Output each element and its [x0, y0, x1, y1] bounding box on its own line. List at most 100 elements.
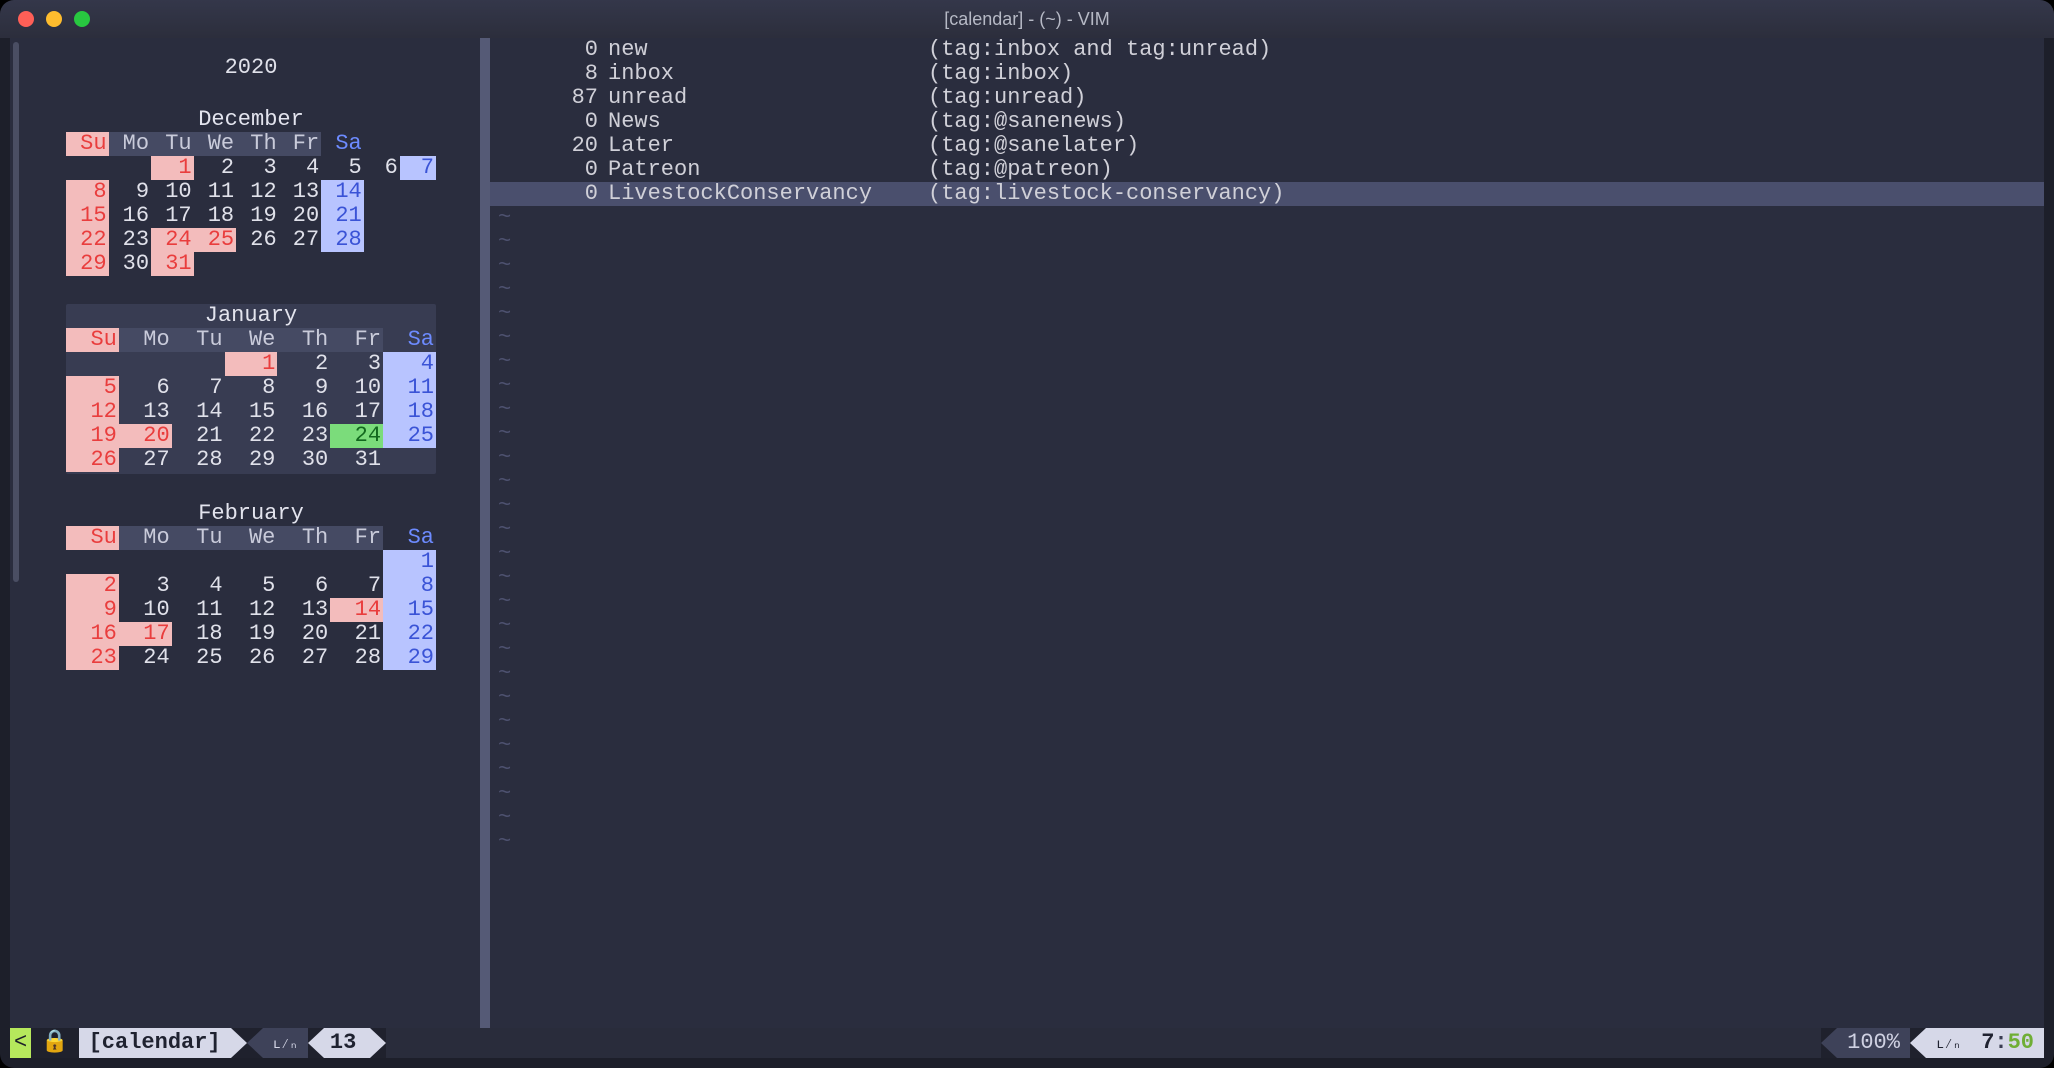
folder-row[interactable]: 0new(tag:inbox and tag:unread): [490, 38, 2044, 62]
calendar-day[interactable]: 16: [109, 204, 152, 228]
calendar-day[interactable]: 14: [330, 598, 383, 622]
calendar-day[interactable]: 29: [225, 448, 278, 472]
calendar-day[interactable]: 21: [330, 622, 383, 646]
calendar-day[interactable]: 1: [383, 550, 436, 574]
calendar-day[interactable]: 10: [330, 376, 383, 400]
calendar-day[interactable]: 6: [277, 574, 330, 598]
calendar-day[interactable]: 11: [383, 376, 436, 400]
calendar-day[interactable]: 12: [66, 400, 119, 424]
calendar-day[interactable]: 1: [151, 156, 194, 180]
calendar-day[interactable]: 28: [321, 228, 364, 252]
calendar-sidebar[interactable]: 2020 DecemberSuMoTuWeThFrSa1234567891011…: [22, 38, 480, 1058]
calendar-day[interactable]: 21: [172, 424, 225, 448]
calendar-day[interactable]: 27: [119, 448, 172, 472]
folder-row[interactable]: 0LivestockConservancy(tag:livestock-cons…: [490, 182, 2044, 206]
calendar-day[interactable]: 24: [151, 228, 194, 252]
calendar-day[interactable]: 6: [119, 376, 172, 400]
calendar-day[interactable]: 14: [321, 180, 364, 204]
calendar-day[interactable]: 10: [119, 598, 172, 622]
calendar-day[interactable]: 13: [279, 180, 322, 204]
titlebar[interactable]: [calendar] - (~) - VIM: [0, 0, 2054, 38]
calendar-day[interactable]: 9: [109, 180, 152, 204]
calendar-day[interactable]: 7: [400, 156, 436, 180]
calendar-day[interactable]: 15: [225, 400, 278, 424]
calendar-day[interactable]: 19: [236, 204, 279, 228]
calendar-day[interactable]: 7: [330, 574, 383, 598]
calendar-day[interactable]: 11: [194, 180, 237, 204]
calendar-day[interactable]: 2: [66, 574, 119, 598]
calendar-day[interactable]: 11: [172, 598, 225, 622]
calendar-day[interactable]: 5: [225, 574, 278, 598]
calendar-day[interactable]: 3: [236, 156, 279, 180]
calendar-day[interactable]: 17: [151, 204, 194, 228]
calendar-day[interactable]: 29: [383, 646, 436, 670]
calendar-day[interactable]: 8: [225, 376, 278, 400]
calendar-day[interactable]: 16: [66, 622, 119, 646]
calendar-day[interactable]: 12: [236, 180, 279, 204]
folder-row[interactable]: 20Later(tag:@sanelater): [490, 134, 2044, 158]
calendar-day[interactable]: 1: [225, 352, 278, 376]
calendar-day[interactable]: 10: [151, 180, 194, 204]
scrollbar[interactable]: [10, 38, 22, 1058]
calendar-day[interactable]: 3: [119, 574, 172, 598]
calendar-day[interactable]: 16: [277, 400, 330, 424]
calendar-day[interactable]: 23: [109, 228, 152, 252]
folder-row[interactable]: 87unread(tag:unread): [490, 86, 2044, 110]
calendar-day[interactable]: 3: [330, 352, 383, 376]
calendar-day[interactable]: 28: [330, 646, 383, 670]
calendar-day[interactable]: 18: [172, 622, 225, 646]
folder-row[interactable]: 0News(tag:@sanenews): [490, 110, 2044, 134]
calendar-day[interactable]: 9: [66, 598, 119, 622]
calendar-day[interactable]: 15: [383, 598, 436, 622]
calendar-day[interactable]: 22: [66, 228, 109, 252]
calendar-day[interactable]: 13: [119, 400, 172, 424]
calendar-day[interactable]: 20: [277, 622, 330, 646]
calendar-day[interactable]: 17: [119, 622, 172, 646]
calendar-day[interactable]: 26: [236, 228, 279, 252]
calendar-day[interactable]: 7: [172, 376, 225, 400]
calendar-day[interactable]: 18: [383, 400, 436, 424]
calendar-day[interactable]: 24: [119, 646, 172, 670]
folder-row[interactable]: 0Patreon(tag:@patreon): [490, 158, 2044, 182]
calendar-day[interactable]: 25: [194, 228, 237, 252]
calendar-day[interactable]: 4: [172, 574, 225, 598]
calendar-day[interactable]: 20: [119, 424, 172, 448]
calendar-day[interactable]: 23: [66, 646, 119, 670]
calendar-day[interactable]: 31: [330, 448, 383, 472]
calendar-day[interactable]: 26: [225, 646, 278, 670]
calendar-day[interactable]: 2: [194, 156, 237, 180]
calendar-day[interactable]: 9: [277, 376, 330, 400]
calendar-day[interactable]: 4: [279, 156, 322, 180]
calendar-day[interactable]: 22: [225, 424, 278, 448]
main-pane[interactable]: 0new(tag:inbox and tag:unread)8inbox(tag…: [490, 38, 2044, 1058]
calendar-day[interactable]: 6: [364, 156, 400, 180]
scrollbar-thumb[interactable]: [13, 42, 19, 582]
calendar-day[interactable]: 21: [321, 204, 364, 228]
calendar-day[interactable]: 19: [225, 622, 278, 646]
calendar-day[interactable]: 4: [383, 352, 436, 376]
calendar-day[interactable]: 5: [321, 156, 364, 180]
calendar-day[interactable]: 23: [277, 424, 330, 448]
calendar-day[interactable]: 22: [383, 622, 436, 646]
calendar-day[interactable]: 14: [172, 400, 225, 424]
calendar-day[interactable]: 12: [225, 598, 278, 622]
calendar-day[interactable]: 30: [277, 448, 330, 472]
calendar-day[interactable]: 13: [277, 598, 330, 622]
calendar-day[interactable]: 27: [279, 228, 322, 252]
calendar-day[interactable]: 30: [109, 252, 152, 276]
calendar-day[interactable]: 31: [151, 252, 194, 276]
calendar-day[interactable]: 20: [279, 204, 322, 228]
calendar-day[interactable]: 19: [66, 424, 119, 448]
calendar-day[interactable]: 15: [66, 204, 109, 228]
calendar-day[interactable]: 8: [383, 574, 436, 598]
calendar-day[interactable]: 28: [172, 448, 225, 472]
calendar-day[interactable]: 5: [66, 376, 119, 400]
calendar-day[interactable]: 25: [383, 424, 436, 448]
split-divider[interactable]: [480, 38, 490, 1058]
calendar-day[interactable]: 17: [330, 400, 383, 424]
calendar-day[interactable]: 24: [330, 424, 383, 448]
calendar-day[interactable]: 18: [194, 204, 237, 228]
calendar-day[interactable]: 29: [66, 252, 109, 276]
folder-row[interactable]: 8inbox(tag:inbox): [490, 62, 2044, 86]
calendar-day[interactable]: 2: [277, 352, 330, 376]
